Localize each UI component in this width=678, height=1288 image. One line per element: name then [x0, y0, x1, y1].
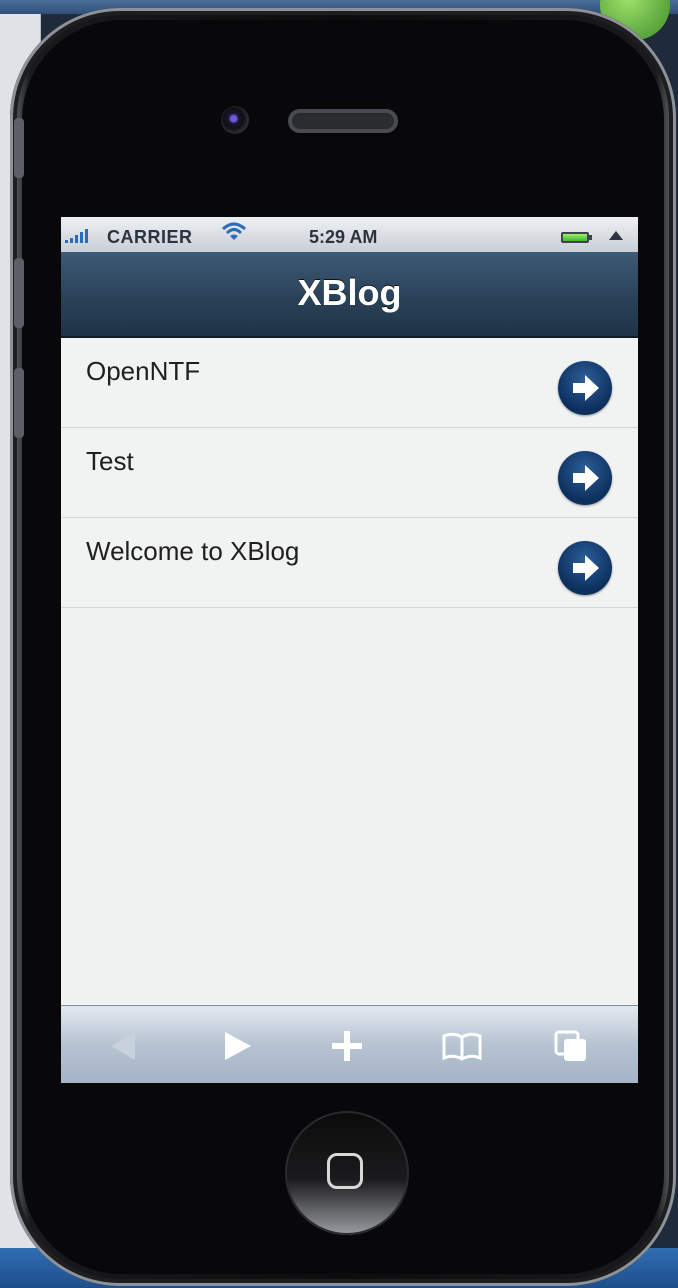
- carrier-label: CARRIER: [107, 227, 193, 247]
- earpiece-speaker: [288, 109, 398, 133]
- post-list: OpenNTF Test Welcome to XBlog: [61, 338, 638, 608]
- bookmarks-icon[interactable]: [438, 1026, 486, 1066]
- back-arrow-icon[interactable]: [101, 1026, 149, 1066]
- list-item[interactable]: Welcome to XBlog: [61, 518, 638, 608]
- location-arrow-icon: [609, 231, 623, 240]
- list-item[interactable]: OpenNTF: [61, 338, 638, 428]
- status-time: 5:29 AM: [309, 227, 378, 247]
- arrow-right-circle-icon[interactable]: [558, 541, 612, 595]
- volume-down-button[interactable]: [14, 368, 24, 438]
- signal-bars-icon: [65, 229, 88, 243]
- front-camera: [221, 106, 249, 134]
- phone-screen: CARRIER 5:29 AM XBlog OpenNTF Test Welco…: [61, 217, 638, 1083]
- list-item-label: Welcome to XBlog: [86, 536, 300, 566]
- list-item-label: Test: [86, 446, 134, 476]
- home-square-icon: [327, 1153, 363, 1189]
- pages-icon[interactable]: [548, 1026, 596, 1066]
- add-icon[interactable]: [323, 1026, 371, 1066]
- volume-up-button[interactable]: [14, 258, 24, 328]
- wifi-icon: [221, 221, 247, 248]
- home-button[interactable]: [285, 1111, 409, 1235]
- battery-tip: [589, 235, 592, 240]
- status-bar: CARRIER 5:29 AM: [61, 217, 638, 252]
- mute-switch[interactable]: [14, 118, 24, 178]
- arrow-right-circle-icon[interactable]: [558, 361, 612, 415]
- list-item-label: OpenNTF: [86, 356, 201, 386]
- list-item[interactable]: Test: [61, 428, 638, 518]
- navigation-bar: XBlog: [61, 252, 638, 338]
- page-title: XBlog: [297, 272, 402, 313]
- battery-icon: [561, 232, 589, 243]
- forward-arrow-icon[interactable]: [213, 1026, 261, 1066]
- arrow-right-circle-icon[interactable]: [558, 451, 612, 505]
- browser-toolbar: [61, 1005, 638, 1083]
